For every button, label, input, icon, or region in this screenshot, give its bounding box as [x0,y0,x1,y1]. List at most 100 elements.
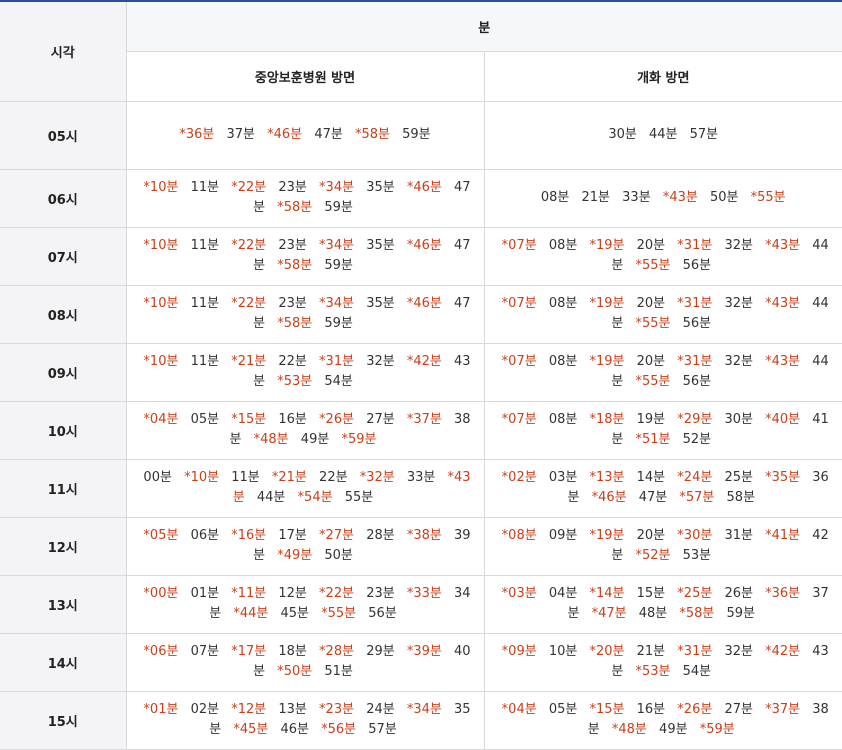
marked-departure-time: *07분 [501,296,537,311]
departure-time-value: 11분 [237,586,267,601]
departure-time-value: 23분 [325,702,355,717]
departure-time: 46분 [280,722,309,737]
departure-time: 07분 [190,644,220,659]
marked-departure-time: *57분 [679,490,715,505]
departure-time: 53분 [682,548,712,563]
marked-departure-time: *43분 [662,190,698,205]
departure-time: 11분 [190,354,220,369]
departure-time-value: 17분 [237,644,267,659]
departure-time: 44분 [648,127,678,142]
departure-time-value: 22분 [237,238,267,253]
marked-departure-time: *04분 [143,412,179,427]
table-row: 06시 *10분 11분 *22분 23분 *34분 35분 *46분 47분 *… [0,169,842,228]
hour-cell: 08시 [0,285,127,344]
departure-time-value: 08분 [508,528,537,543]
departure-time-value: 10분 [149,180,179,195]
departure-time: 55분 [344,490,374,505]
departure-times-gaehwa: *07분 08분 *19분 20분 *31분 32분 *43분 44분 *55분… [484,343,842,402]
marked-departure-time: *21분 [271,470,307,485]
hour-cell: 13시 [0,575,127,634]
departure-time: 32분 [724,354,753,369]
departure-time-value: 10분 [190,470,220,485]
marked-departure-time: *34분 [319,238,355,253]
table-row: 12시 *05분 06분 *16분 17분 *27분 28분 *38분 39분 *… [0,517,842,576]
departure-time: 09분 [548,528,578,543]
marked-departure-time: *04분 [501,702,537,717]
departure-time-value: 53분 [641,664,671,679]
departure-time-value: 44분 [239,606,269,621]
departure-time: 12분 [278,586,307,601]
departure-time: 35분 [366,296,395,311]
marked-departure-time: *46분 [406,296,442,311]
departure-times-junganghospital: *00분 01분 *11분 12분 *22분 23분 *33분 34분 *44분… [126,575,485,634]
departure-time-value: 19분 [595,528,625,543]
departure-time-value: 40분 [771,412,801,427]
marked-departure-time: *53분 [277,374,313,389]
departure-time-value: 37분 [413,412,442,427]
departure-time: 32분 [724,296,753,311]
marked-departure-time: *55분 [635,374,671,389]
route-header-gaehwa: 개화 방면 [484,51,842,102]
marked-departure-time: *08분 [501,528,537,543]
departure-time: 37분 [226,127,256,142]
departure-time-value: 10분 [149,296,179,311]
departure-time: 59분 [402,127,431,142]
marked-departure-time: *10분 [143,296,179,311]
departure-time: 28분 [366,528,395,543]
departure-time-value: 39분 [413,644,442,659]
departure-times-junganghospital: *01분 02분 *12분 13분 *23분 24분 *34분 35분 *45분… [126,691,485,750]
marked-departure-time: *55분 [321,606,357,621]
departure-time-value: 43분 [771,296,801,311]
marked-departure-time: *14분 [589,586,625,601]
marked-departure-time: *22분 [231,296,267,311]
departure-time: 13분 [278,702,307,717]
departure-time-value: 48분 [618,722,647,737]
marked-departure-time: *51분 [635,432,671,447]
departure-time-value: 58분 [361,127,390,142]
departure-time: 49분 [300,432,330,447]
marked-departure-time: *15분 [589,702,625,717]
departure-time-value: 12분 [237,702,267,717]
departure-time-value: 50분 [283,664,313,679]
marked-departure-time: *32분 [359,470,395,485]
marked-departure-time: *07분 [501,238,537,253]
marked-departure-time: *09분 [501,644,537,659]
hour-cell: 15시 [0,691,127,750]
departure-time-value: 59분 [706,722,735,737]
departure-time-value: 35분 [771,470,801,485]
departure-time-value: 09분 [508,644,537,659]
departure-time: 25분 [724,470,753,485]
departure-time: 58분 [726,490,756,505]
timetable: 시각 분 중앙보훈병원 방면 개화 방면 05시 *36분 37분 *46분 47… [0,0,842,750]
departure-time: 50분 [709,190,739,205]
departure-time: 16분 [636,702,666,717]
departure-time-value: 48분 [260,432,289,447]
departure-time-value: 22분 [325,586,355,601]
timetable-body: 05시 *36분 37분 *46분 47분 *58분 59분 30분 44분 57… [0,101,842,750]
marked-departure-time: *43분 [765,354,801,369]
departure-time: 02분 [190,702,220,717]
marked-departure-time: *28분 [319,644,355,659]
departure-times-gaehwa: 30분 44분 57분 [484,101,842,170]
marked-departure-time: *33분 [406,586,442,601]
marked-departure-time: *58분 [679,606,715,621]
departure-time: 50분 [324,548,353,563]
departure-time-value: 55분 [757,190,786,205]
departure-time: 56분 [682,316,712,331]
marked-departure-time: *41분 [765,528,801,543]
departure-time: 59분 [324,258,353,273]
departure-time-value: 00분 [149,586,179,601]
departure-time: 59분 [324,316,353,331]
departure-time-value: 55분 [327,606,357,621]
departure-time-value: 34분 [325,296,355,311]
departure-time-value: 18분 [595,412,625,427]
departure-time-value: 14분 [595,586,625,601]
departure-time: 59분 [324,200,353,215]
departure-times-junganghospital: *05분 06분 *16분 17분 *27분 28분 *38분 39분 *49분… [126,517,485,576]
departure-time: 21분 [636,644,666,659]
marked-departure-time: *22분 [231,180,267,195]
departure-time: 20분 [636,296,666,311]
marked-departure-time: *17분 [231,644,267,659]
marked-departure-time: *21분 [231,354,267,369]
marked-departure-time: *25분 [677,586,713,601]
